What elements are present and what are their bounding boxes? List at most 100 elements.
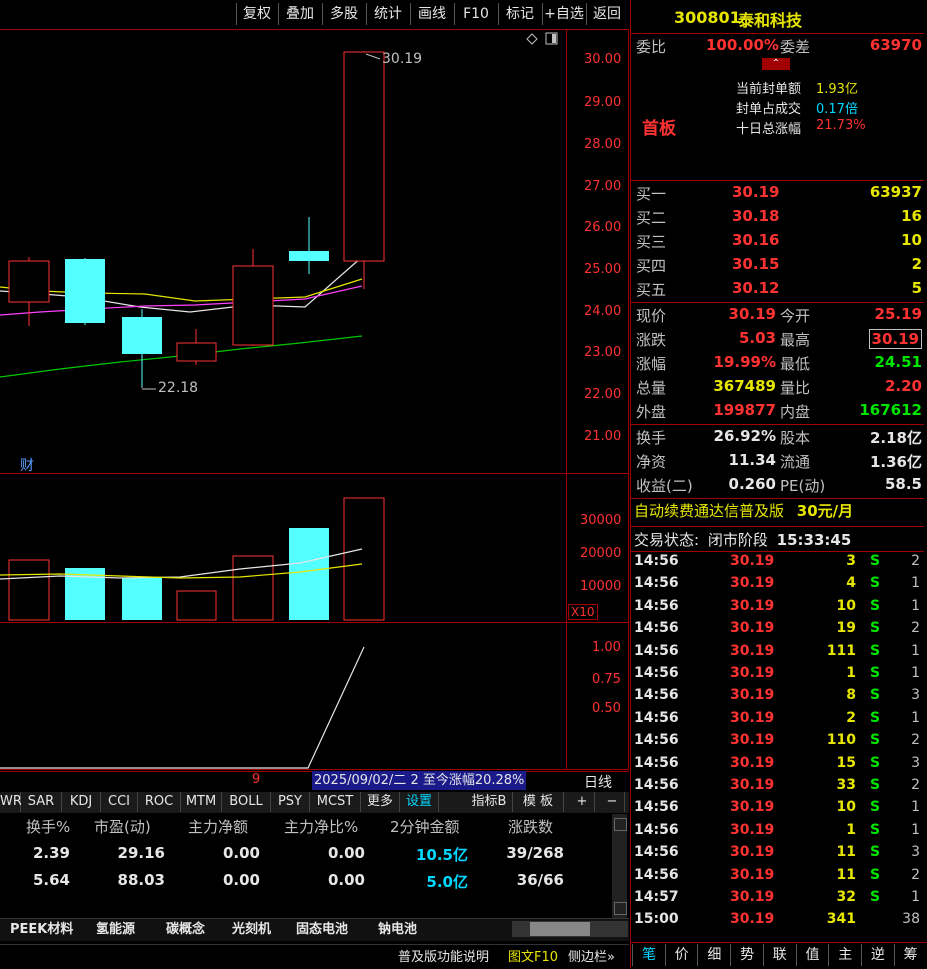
toolbar-diejia[interactable]: 叠加 <box>278 3 321 25</box>
ind-b-button[interactable]: 指标B <box>466 792 513 812</box>
tick-row[interactable]: 14:56 30.19 4 S 1 <box>634 575 924 597</box>
subscription-ad[interactable]: 自动续费通达信普及版 30元/月 <box>634 500 924 524</box>
toolbar-back[interactable]: 返回 <box>586 3 627 25</box>
add-button[interactable]: + <box>570 792 595 812</box>
bid-row[interactable]: 买二 30.18 16 <box>634 207 924 230</box>
ind-tab-wr[interactable]: WR <box>0 792 22 812</box>
ind-tab-psy[interactable]: PSY <box>271 792 310 812</box>
kline-chart[interactable] <box>0 29 566 770</box>
tick-row[interactable]: 14:56 30.19 15 S 3 <box>634 755 924 777</box>
stats-row: 收益(二) 0.260 PE(动) 58.5 <box>636 475 922 495</box>
col-header: 涨跌数 <box>508 818 554 836</box>
tick-row[interactable]: 14:56 30.19 110 S 2 <box>634 732 924 754</box>
seal-ratio-value: 0.17倍 <box>816 102 858 117</box>
category-tab[interactable]: PEEK材料 <box>10 920 73 940</box>
cai-marker[interactable]: 财 <box>20 455 34 475</box>
table-row[interactable]: 2.39 29.16 0.00 0.00 10.5亿 39/268 <box>0 844 610 866</box>
seal-ratio-label: 封单占成交 <box>736 102 802 117</box>
toolbar-duogu[interactable]: 多股 <box>322 3 365 25</box>
tab-shi[interactable]: 势 <box>730 944 763 966</box>
candle-7 <box>343 51 385 289</box>
tab-lian[interactable]: 联 <box>762 944 796 966</box>
tab-zhu[interactable]: 主 <box>828 944 861 966</box>
ind-tab-more[interactable]: 更多 <box>361 792 400 812</box>
tab-zhi[interactable]: 值 <box>795 944 829 966</box>
trade-status: 交易状态: 闭市阶段 15:33:45 <box>634 531 852 549</box>
indicator-line <box>0 646 365 769</box>
candle-2 <box>65 258 105 325</box>
diamond-icon[interactable] <box>526 33 538 45</box>
vol-bar-4 <box>176 590 217 621</box>
stats-row: 换手 26.92% 股本 2.18亿 <box>636 427 922 447</box>
tick-row[interactable]: 14:57 30.19 32 S 1 <box>634 889 924 911</box>
toolbar-tongji[interactable]: 统计 <box>366 3 409 25</box>
tick-row[interactable]: 14:56 30.19 19 S 2 <box>634 620 924 642</box>
price-axis-label: 30.00 <box>584 52 622 67</box>
period-label[interactable]: 日线 <box>567 772 629 792</box>
vol-unit-label: X10 <box>568 604 598 620</box>
bid-row[interactable]: 买五 30.12 5 <box>634 279 924 302</box>
bid-row[interactable]: 买四 30.15 2 <box>634 255 924 278</box>
toolbar-zixuan[interactable]: +自选 <box>542 3 585 25</box>
sidebar-toggle[interactable]: 侧边栏» <box>568 946 615 965</box>
tick-row[interactable]: 14:56 30.19 11 S 2 <box>634 867 924 889</box>
template-button[interactable]: 模 板 <box>513 792 564 812</box>
col-header: 主力净比% <box>284 818 359 836</box>
quote-row: 外盘 199877 内盘 167612 <box>636 401 922 421</box>
ind-tab-roc[interactable]: ROC <box>138 792 181 812</box>
tab-ni[interactable]: 逆 <box>860 944 894 966</box>
toolbar-huaxian[interactable]: 画线 <box>410 3 453 25</box>
tick-row[interactable]: 14:56 30.19 8 S 3 <box>634 687 924 709</box>
tick-row[interactable]: 15:00 30.19 341 38 <box>634 911 924 933</box>
collapse-icon[interactable]: ⌃ <box>762 58 790 70</box>
ind-tab-mtm[interactable]: MTM <box>181 792 222 812</box>
candle-1 <box>8 257 50 326</box>
category-tab[interactable]: 固态电池 <box>296 920 348 940</box>
tab-xi[interactable]: 细 <box>697 944 730 966</box>
category-tab[interactable]: 氢能源 <box>96 920 135 940</box>
tick-row[interactable]: 14:56 30.19 111 S 1 <box>634 643 924 665</box>
ind-tab-sar[interactable]: SAR <box>21 792 62 812</box>
toolbar-f10[interactable]: F10 <box>454 3 497 25</box>
data-table: 换手% 市盈(动) 主力净额 主力净比% 2分钟金额 涨跌数 2.39 29.1… <box>0 814 610 918</box>
tick-row[interactable]: 14:56 30.19 11 S 3 <box>634 844 924 866</box>
quote-row: 涨跌 5.03 最高 30.19 <box>634 329 924 352</box>
tick-row[interactable]: 14:56 30.19 3 S 2 <box>634 553 924 575</box>
remove-button[interactable]: − <box>600 792 625 812</box>
ind-tab-boll[interactable]: BOLL <box>222 792 271 812</box>
category-tab[interactable]: 钠电池 <box>378 920 417 940</box>
candle-6 <box>289 217 329 274</box>
tuwen-f10-link[interactable]: 图文F10 <box>508 946 558 965</box>
col-header: 主力净额 <box>188 818 249 836</box>
toolbar-fuquan[interactable]: 复权 <box>236 3 277 25</box>
help-link[interactable]: 普及版功能说明 <box>398 946 489 965</box>
tick-row[interactable]: 14:56 30.19 2 S 1 <box>634 710 924 732</box>
tick-row[interactable]: 14:56 30.19 10 S 1 <box>634 799 924 821</box>
ind-tab-mcst[interactable]: MCST <box>310 792 361 812</box>
toolbar-biaoji[interactable]: 标记 <box>498 3 541 25</box>
table-row[interactable]: 5.64 88.03 0.00 0.00 5.0亿 36/66 <box>0 871 610 893</box>
tick-row[interactable]: 14:56 30.19 33 S 2 <box>634 777 924 799</box>
tick-row[interactable]: 14:56 30.19 10 S 1 <box>634 598 924 620</box>
category-tab[interactable]: 碳概念 <box>166 920 205 940</box>
weibi-label: 委比 <box>636 38 667 56</box>
tab-chou[interactable]: 筹 <box>893 944 927 966</box>
high-price-label: 30.19 <box>382 51 423 67</box>
ind-tab-settings[interactable]: 设置 <box>400 792 439 812</box>
table-scrollbar[interactable] <box>612 814 627 918</box>
tick-row[interactable]: 14:56 30.19 1 S 1 <box>634 822 924 844</box>
tab-bi[interactable]: 笔 <box>632 944 665 966</box>
tab-jia[interactable]: 价 <box>664 944 698 966</box>
tick-row[interactable]: 14:56 30.19 1 S 1 <box>634 665 924 687</box>
vol-axis-label: 30000 <box>580 513 622 528</box>
quote-row: 总量 367489 量比 2.20 <box>636 377 922 397</box>
category-tab[interactable]: 光刻机 <box>232 920 271 940</box>
toolbar: 复权 叠加 多股 统计 画线 F10 标记 +自选 返回 <box>0 0 628 28</box>
bid-row[interactable]: 买一 30.19 63937 <box>634 183 924 206</box>
ind-tab-kdj[interactable]: KDJ <box>62 792 101 812</box>
bid-row[interactable]: 买三 30.16 10 <box>634 231 924 254</box>
ten-day-label: 十日总涨幅 <box>736 122 802 137</box>
ind-tab-cci[interactable]: CCI <box>101 792 138 812</box>
quote-row: 现价 30.19 今开 25.19 <box>636 305 922 325</box>
category-scrollbar[interactable] <box>512 921 628 937</box>
